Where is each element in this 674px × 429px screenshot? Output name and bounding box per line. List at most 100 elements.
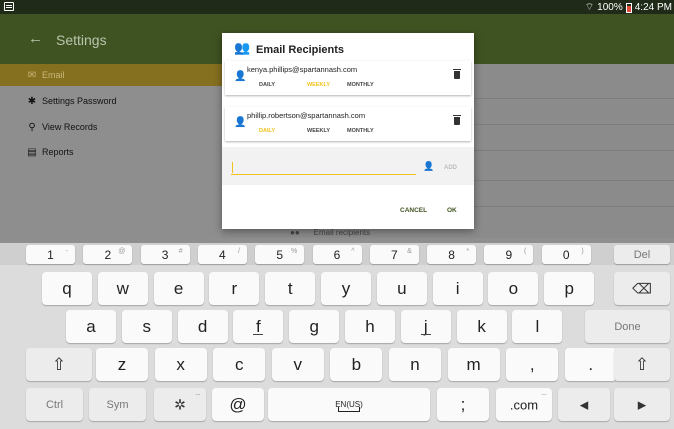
key-1[interactable]: 1- <box>26 245 75 264</box>
add-person-icon[interactable]: 👤 <box>423 161 434 172</box>
key-d[interactable]: d <box>177 310 228 343</box>
sidebar-item-settings-password[interactable]: ✱ Settings Password <box>0 90 222 112</box>
key-secondary: - <box>65 248 68 255</box>
key-u[interactable]: u <box>376 272 427 305</box>
backspace-key[interactable]: ⌫ <box>614 272 670 305</box>
key-semicolon[interactable]: ; <box>437 388 489 421</box>
key-6[interactable]: 6 ^ <box>312 245 362 264</box>
recipient-email: kenya.phillips@spartannash.com <box>247 65 358 74</box>
add-recipient-row: 👤 ADD <box>222 147 474 185</box>
key-label: Ctrl <box>45 398 64 411</box>
key-s[interactable]: s <box>121 310 172 343</box>
sidebar-item-email[interactable]: ✉ Email <box>0 64 222 86</box>
key-v[interactable]: v <box>271 348 324 381</box>
shift-key[interactable]: ⇧ <box>26 348 92 381</box>
key-5[interactable]: 5% <box>255 245 305 264</box>
key-secondary: ( <box>524 248 527 255</box>
key-p[interactable]: p <box>544 272 595 305</box>
key-label: q <box>62 278 72 298</box>
key-label: .com <box>509 397 539 412</box>
key-z[interactable]: z <box>96 348 148 381</box>
key-t[interactable]: t <box>265 272 316 305</box>
key-x[interactable]: x <box>154 348 207 381</box>
key-4[interactable]: 4/ <box>197 245 247 264</box>
frequency-weekly-option[interactable]: WEEKLY <box>307 82 330 88</box>
recipient-email-input[interactable] <box>231 161 416 175</box>
notification-icon <box>4 2 14 11</box>
cursor-right-key[interactable]: ▶ <box>614 388 670 421</box>
key-comma[interactable]: , <box>506 348 559 381</box>
key-9[interactable]: 9( <box>484 245 534 264</box>
key-c[interactable]: c <box>213 348 266 381</box>
frequency-monthly-option[interactable]: MONTHLY <box>347 82 374 88</box>
key-8[interactable]: 8 * <box>427 245 477 264</box>
delete-key[interactable]: Del <box>614 245 670 264</box>
key-label: w <box>116 278 129 298</box>
key-at[interactable]: @ <box>212 388 264 421</box>
key-7[interactable]: 7 & <box>369 245 419 264</box>
key-label: Sym <box>106 398 129 411</box>
status-right: ⌔ 100% 4:24 PM <box>585 1 672 14</box>
dialog-title: Email Recipients <box>256 44 345 56</box>
shift-key-right[interactable]: ⇧ <box>614 348 670 381</box>
key-n[interactable]: n <box>389 348 441 381</box>
ctrl-key[interactable]: Ctrl <box>26 388 83 421</box>
key-m[interactable]: m <box>447 348 500 381</box>
key-label: b <box>351 354 362 374</box>
key-2[interactable]: 2 @ <box>83 245 133 264</box>
key-label: y <box>341 278 351 298</box>
frequency-monthly-option[interactable]: MONTHLY <box>347 128 374 134</box>
cursor-left-key[interactable]: ◀ <box>558 388 610 421</box>
key-q[interactable]: q <box>42 272 92 305</box>
group-icon: 👥 <box>234 40 251 55</box>
done-key[interactable]: Done <box>585 310 670 343</box>
key-0[interactable]: 0) <box>541 245 591 264</box>
key-g[interactable]: g <box>289 310 340 343</box>
keyboard-settings-key[interactable]: ✲ ··· <box>154 388 206 421</box>
key-label: r <box>231 278 238 298</box>
key-label: , <box>529 354 535 374</box>
key-secondary: & <box>407 248 412 255</box>
key-label: Done <box>614 320 641 333</box>
cancel-button[interactable]: CANCEL <box>400 207 427 214</box>
back-arrow-icon[interactable]: ← <box>28 30 43 47</box>
key-secondary: / <box>237 248 240 255</box>
key-label: d <box>197 316 208 336</box>
key-i[interactable]: i <box>432 272 483 305</box>
key-f[interactable]: f <box>233 310 284 343</box>
key-r[interactable]: r <box>209 272 260 305</box>
key-h[interactable]: h <box>345 310 395 343</box>
sidebar-item-view-records[interactable]: ⚲ View Records <box>0 116 222 138</box>
key-a[interactable]: a <box>66 310 116 343</box>
recipient-card: 👤 kenya.phillips@spartannash.com DAILY WEEK… <box>225 61 471 95</box>
frequency-daily-option[interactable]: DAILY <box>259 82 275 88</box>
home-row-marker <box>253 334 264 335</box>
key-k[interactable]: k <box>456 310 507 343</box>
key-l[interactable]: l <box>512 310 563 343</box>
report-icon: ▤ <box>27 146 37 158</box>
dotcom-key[interactable]: .com ··· <box>496 388 552 421</box>
email-recipients-dialog: 👥 Email Recipients 👤 kenya.phillips@spart… <box>222 33 474 229</box>
space-key[interactable]: EN(US) <box>268 388 430 421</box>
backspace-icon: ⌫ <box>632 280 652 296</box>
key-j[interactable]: j <box>400 310 451 343</box>
key-label: x <box>176 354 185 374</box>
key-period[interactable]: . <box>564 348 617 381</box>
frequency-daily-option[interactable]: DAILY <box>259 128 275 134</box>
delete-icon[interactable] <box>453 69 461 79</box>
key-o[interactable]: o <box>488 272 539 305</box>
key-y[interactable]: y <box>321 272 371 305</box>
add-button[interactable]: ADD <box>444 165 457 171</box>
key-label: n <box>410 354 420 374</box>
key-w[interactable]: w <box>97 272 148 305</box>
mail-icon: ✉ <box>27 69 37 81</box>
sidebar-item-reports[interactable]: ▤ Reports <box>0 141 222 163</box>
key-e[interactable]: e <box>153 272 204 305</box>
delete-icon[interactable] <box>453 115 461 125</box>
key-secondary: * <box>466 248 470 255</box>
key-3[interactable]: 3 # <box>140 245 190 264</box>
sym-key[interactable]: Sym <box>89 388 146 421</box>
frequency-weekly-option[interactable]: WEEKLY <box>307 128 330 134</box>
ok-button[interactable]: OK <box>447 207 457 214</box>
key-b[interactable]: b <box>330 348 383 381</box>
